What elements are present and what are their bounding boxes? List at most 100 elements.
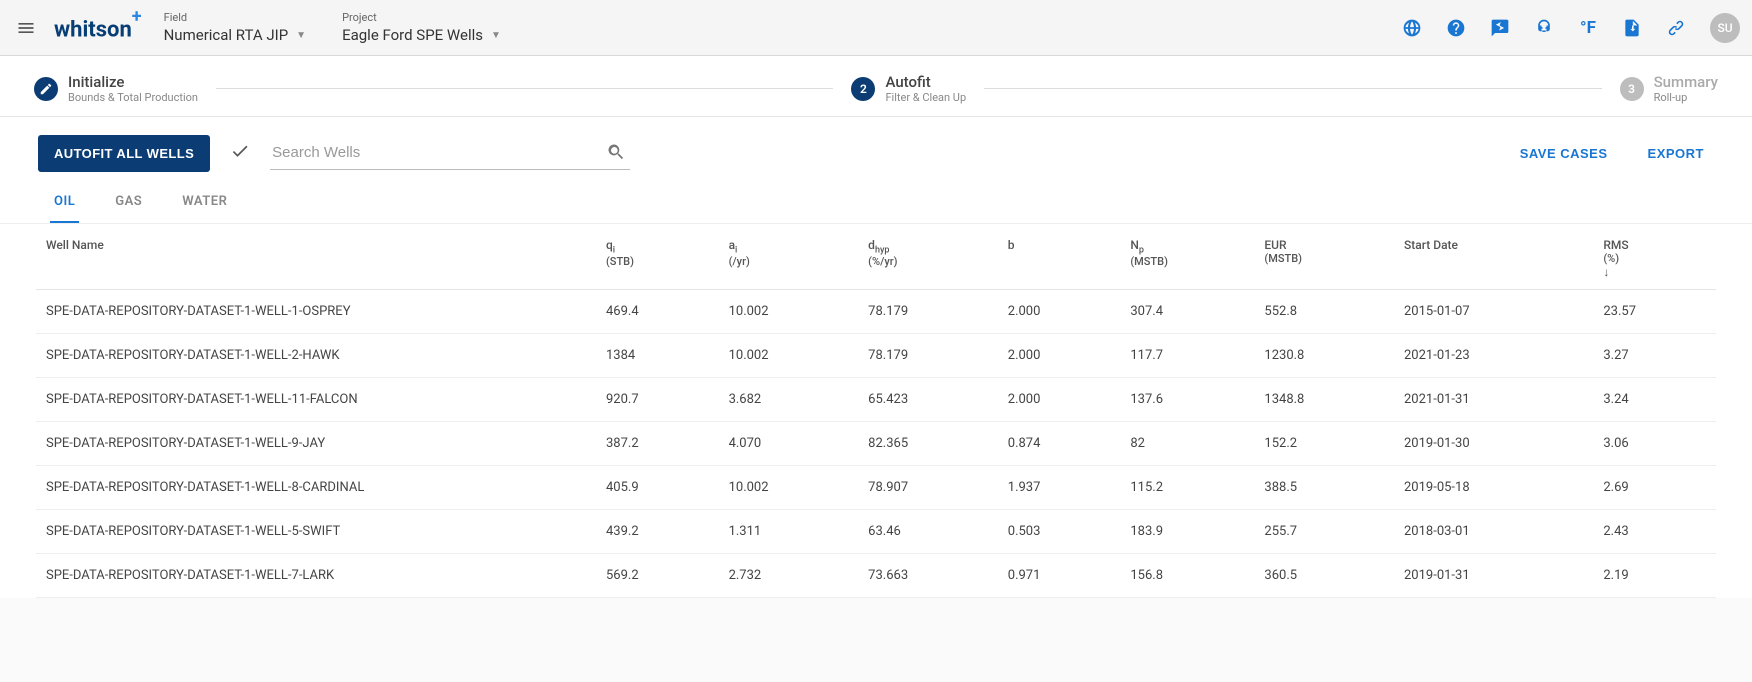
step-divider bbox=[984, 88, 1601, 89]
cell-b: 2.000 bbox=[998, 333, 1121, 377]
autofit-all-button[interactable]: AUTOFIT ALL WELLS bbox=[38, 135, 210, 172]
cell-b: 2.000 bbox=[998, 289, 1121, 333]
table-row[interactable]: SPE-DATA-REPOSITORY-DATASET-1-WELL-9-JAY… bbox=[36, 421, 1716, 465]
check-icon[interactable] bbox=[230, 141, 250, 166]
cell-dhyp: 78.179 bbox=[858, 289, 998, 333]
cell-name: SPE-DATA-REPOSITORY-DATASET-1-WELL-2-HAW… bbox=[36, 333, 596, 377]
cell-ai: 3.682 bbox=[719, 377, 859, 421]
col-dhyp[interactable]: dhyp(%/yr) bbox=[858, 224, 998, 290]
cell-dhyp: 65.423 bbox=[858, 377, 998, 421]
col-np[interactable]: Np(MSTB) bbox=[1120, 224, 1254, 290]
cell-b: 0.971 bbox=[998, 553, 1121, 597]
cell-eur: 388.5 bbox=[1254, 465, 1394, 509]
cell-dhyp: 78.179 bbox=[858, 333, 998, 377]
phase-tabs: OIL GAS WATER bbox=[0, 172, 1752, 224]
step-subtitle: Roll-up bbox=[1654, 91, 1718, 104]
support-icon[interactable] bbox=[1526, 10, 1562, 46]
tab-oil[interactable]: OIL bbox=[50, 194, 79, 223]
field-selector[interactable]: Field Numerical RTA JIP ▼ bbox=[164, 11, 306, 44]
save-cases-button[interactable]: SAVE CASES bbox=[1510, 138, 1618, 169]
cell-name: SPE-DATA-REPOSITORY-DATASET-1-WELL-8-CAR… bbox=[36, 465, 596, 509]
col-qi[interactable]: qi(STB) bbox=[596, 224, 719, 290]
cell-np: 137.6 bbox=[1120, 377, 1254, 421]
app-bar: whitson+ Field Numerical RTA JIP ▼ Proje… bbox=[0, 0, 1752, 56]
col-start-date[interactable]: Start Date bbox=[1394, 224, 1593, 290]
col-b[interactable]: b bbox=[998, 224, 1121, 290]
cell-eur: 552.8 bbox=[1254, 289, 1394, 333]
brand-name: whitson bbox=[54, 18, 132, 43]
cell-np: 183.9 bbox=[1120, 509, 1254, 553]
cell-qi: 569.2 bbox=[596, 553, 719, 597]
cell-eur: 1230.8 bbox=[1254, 333, 1394, 377]
temperature-unit-toggle[interactable]: °F bbox=[1570, 18, 1606, 38]
cell-ai: 10.002 bbox=[719, 289, 859, 333]
export-button[interactable]: EXPORT bbox=[1638, 138, 1714, 169]
caret-down-icon: ▼ bbox=[491, 30, 501, 41]
cell-rms: 23.57 bbox=[1593, 289, 1716, 333]
step-divider bbox=[216, 88, 833, 89]
cell-start: 2015-01-07 bbox=[1394, 289, 1593, 333]
cell-dhyp: 82.365 bbox=[858, 421, 998, 465]
step-initialize[interactable]: Initialize Bounds & Total Production bbox=[34, 74, 198, 104]
search-icon[interactable] bbox=[606, 142, 626, 167]
col-eur[interactable]: EUR(MSTB) bbox=[1254, 224, 1394, 290]
cell-name: SPE-DATA-REPOSITORY-DATASET-1-WELL-7-LAR… bbox=[36, 553, 596, 597]
cell-b: 2.000 bbox=[998, 377, 1121, 421]
cell-qi: 469.4 bbox=[596, 289, 719, 333]
brand-logo[interactable]: whitson+ bbox=[54, 12, 142, 42]
cell-rms: 2.19 bbox=[1593, 553, 1716, 597]
table-row[interactable]: SPE-DATA-REPOSITORY-DATASET-1-WELL-5-SWI… bbox=[36, 509, 1716, 553]
user-avatar[interactable]: SU bbox=[1710, 13, 1740, 43]
cell-qi: 405.9 bbox=[596, 465, 719, 509]
field-label: Field bbox=[164, 11, 306, 24]
cell-start: 2019-01-31 bbox=[1394, 553, 1593, 597]
step-summary[interactable]: 3 Summary Roll-up bbox=[1620, 74, 1718, 104]
tab-water[interactable]: WATER bbox=[178, 194, 231, 223]
cell-eur: 360.5 bbox=[1254, 553, 1394, 597]
cell-ai: 2.732 bbox=[719, 553, 859, 597]
cell-start: 2019-01-30 bbox=[1394, 421, 1593, 465]
step-subtitle: Bounds & Total Production bbox=[68, 91, 198, 104]
table-row[interactable]: SPE-DATA-REPOSITORY-DATASET-1-WELL-8-CAR… bbox=[36, 465, 1716, 509]
menu-icon[interactable] bbox=[12, 14, 40, 42]
stepper: Initialize Bounds & Total Production 2 A… bbox=[0, 56, 1752, 117]
cell-np: 307.4 bbox=[1120, 289, 1254, 333]
cell-qi: 920.7 bbox=[596, 377, 719, 421]
col-well-name[interactable]: Well Name bbox=[36, 224, 596, 290]
step-number: 3 bbox=[1620, 77, 1644, 101]
table-header-row: Well Name qi(STB) ai(/yr) dhyp(%/yr) b N… bbox=[36, 224, 1716, 290]
project-selector[interactable]: Project Eagle Ford SPE Wells ▼ bbox=[342, 11, 501, 44]
cell-dhyp: 73.663 bbox=[858, 553, 998, 597]
table-row[interactable]: SPE-DATA-REPOSITORY-DATASET-1-WELL-11-FA… bbox=[36, 377, 1716, 421]
step-autofit[interactable]: 2 Autofit Filter & Clean Up bbox=[851, 74, 966, 104]
cell-ai: 1.311 bbox=[719, 509, 859, 553]
table-row[interactable]: SPE-DATA-REPOSITORY-DATASET-1-WELL-7-LAR… bbox=[36, 553, 1716, 597]
table-row[interactable]: SPE-DATA-REPOSITORY-DATASET-1-WELL-1-OSP… bbox=[36, 289, 1716, 333]
col-rms[interactable]: RMS(%) bbox=[1593, 224, 1716, 290]
cell-rms: 2.43 bbox=[1593, 509, 1716, 553]
step-number: 2 bbox=[851, 77, 875, 101]
cell-eur: 255.7 bbox=[1254, 509, 1394, 553]
tab-gas[interactable]: GAS bbox=[111, 194, 146, 223]
col-ai[interactable]: ai(/yr) bbox=[719, 224, 859, 290]
cell-ai: 10.002 bbox=[719, 333, 859, 377]
help-icon[interactable] bbox=[1438, 10, 1474, 46]
cell-b: 0.874 bbox=[998, 421, 1121, 465]
cell-b: 0.503 bbox=[998, 509, 1121, 553]
feedback-icon[interactable] bbox=[1482, 10, 1518, 46]
cell-start: 2019-05-18 bbox=[1394, 465, 1593, 509]
caret-down-icon: ▼ bbox=[296, 30, 306, 41]
download-icon[interactable] bbox=[1614, 10, 1650, 46]
cell-rms: 2.69 bbox=[1593, 465, 1716, 509]
cell-dhyp: 63.46 bbox=[858, 509, 998, 553]
search-input[interactable] bbox=[270, 136, 630, 170]
field-value: Numerical RTA JIP bbox=[164, 26, 289, 44]
cell-b: 1.937 bbox=[998, 465, 1121, 509]
cell-qi: 439.2 bbox=[596, 509, 719, 553]
globe-icon[interactable] bbox=[1394, 10, 1430, 46]
cell-start: 2021-01-31 bbox=[1394, 377, 1593, 421]
link-icon[interactable] bbox=[1658, 10, 1694, 46]
table-row[interactable]: SPE-DATA-REPOSITORY-DATASET-1-WELL-2-HAW… bbox=[36, 333, 1716, 377]
cell-qi: 387.2 bbox=[596, 421, 719, 465]
cell-start: 2021-01-23 bbox=[1394, 333, 1593, 377]
